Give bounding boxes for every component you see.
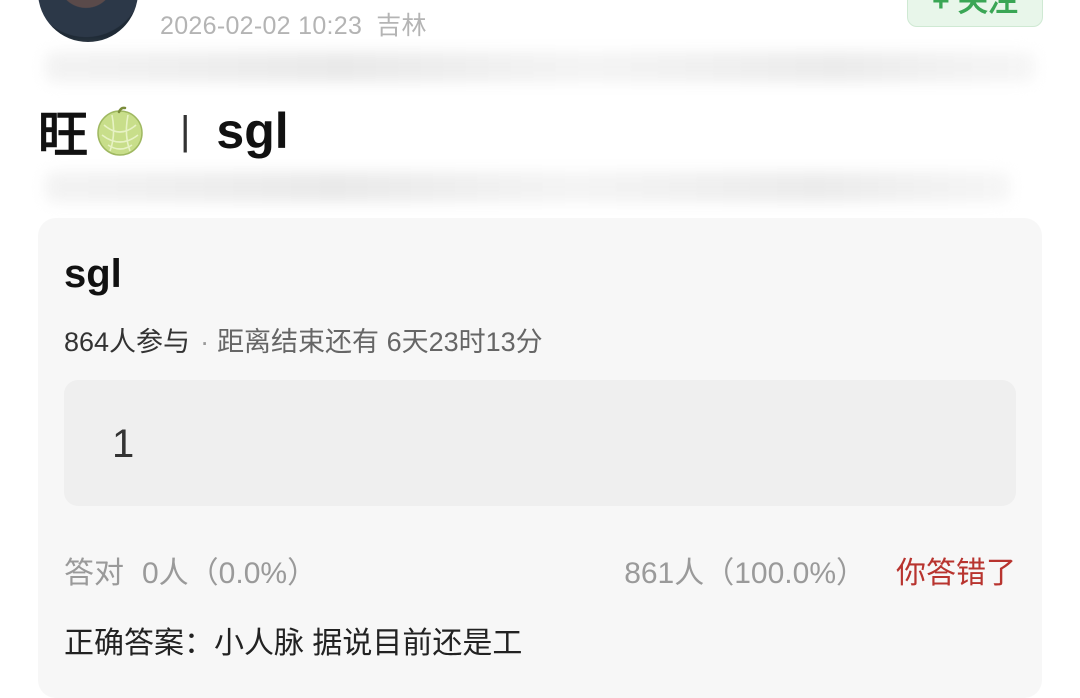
wrong-stats: 861人（100.0%） 你答错了: [624, 548, 1016, 592]
avatar[interactable]: [38, 0, 138, 42]
quiz-meta: 864人参与 · 距离结束还有 6天23时13分: [64, 320, 543, 359]
blurred-text: [45, 52, 1035, 82]
correct-count: 0人（0.0%）: [142, 557, 318, 590]
title-separator: |: [180, 108, 191, 153]
participant-count: 864人参与: [64, 327, 191, 357]
correct-answer: 正确答案：小人脉 据说目前还是工: [64, 618, 522, 662]
quiz-title: sgl: [64, 252, 122, 296]
title-suffix: sgl: [216, 103, 289, 159]
post-title: 旺 | sgl: [38, 96, 289, 166]
wrong-count: 861人（100.0%）: [624, 557, 866, 590]
post-timestamp: 2026-02-02 10:23: [160, 12, 363, 40]
time-remaining: 距离结束还有 6天23时13分: [217, 327, 543, 357]
option-label: 1: [112, 422, 135, 466]
follow-button[interactable]: + 关注: [907, 0, 1043, 27]
post-meta: 2026-02-02 10:23 吉林: [160, 6, 427, 42]
answer-label: 正确答案：: [64, 627, 214, 660]
meta-separator: ·: [200, 327, 210, 357]
quiz-card: sgl 864人参与 · 距离结束还有 6天23时13分 1 答对 0人（0.0%） …: [38, 218, 1042, 698]
wrong-status: 你答错了: [896, 557, 1016, 590]
post-location: 吉林: [376, 12, 427, 40]
correct-label: 答对: [64, 557, 124, 590]
title-prefix: 旺: [38, 107, 88, 163]
melon-icon: [97, 106, 143, 156]
correct-stats: 答对 0人（0.0%）: [64, 548, 317, 592]
blurred-text: [45, 172, 1010, 202]
answer-text: 小人脉 据说目前还是工: [214, 627, 523, 660]
quiz-option[interactable]: 1: [64, 380, 1016, 506]
